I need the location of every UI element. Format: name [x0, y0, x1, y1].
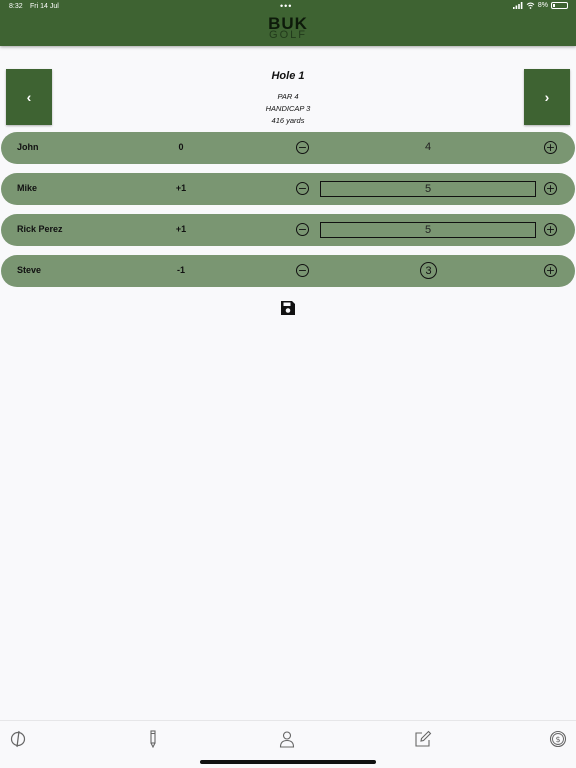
hole-par: PAR 4: [277, 92, 299, 101]
decrement-score-button[interactable]: −: [296, 141, 309, 154]
player-name: Mike: [17, 183, 38, 193]
logo-golf: GOLF: [269, 29, 307, 41]
increment-score-button[interactable]: +: [544, 141, 557, 154]
player-name: Steve: [17, 265, 42, 275]
decrement-score-button[interactable]: −: [296, 223, 309, 236]
multitask-dots-icon[interactable]: •••: [280, 1, 292, 11]
battery-icon: [551, 2, 568, 9]
hole-yards: 416 yards: [271, 116, 305, 125]
tab-bets[interactable]: $: [549, 730, 567, 748]
player-row-john: John 0 − 4 +: [1, 132, 575, 164]
home-indicator: [200, 760, 376, 764]
score-input[interactable]: [320, 222, 536, 238]
increment-score-button[interactable]: +: [544, 264, 557, 277]
tab-players[interactable]: [278, 730, 296, 748]
floppy-disk-icon: [281, 301, 295, 315]
player-score-diff: +1: [175, 183, 187, 193]
decrement-score-button[interactable]: −: [296, 182, 309, 195]
player-name: John: [17, 142, 39, 152]
hole-title: Hole 1: [271, 70, 305, 82]
player-row-rick-perez: Rick Perez +1 − +: [1, 214, 575, 246]
score-value[interactable]: 4: [321, 141, 535, 153]
increment-score-button[interactable]: +: [544, 182, 557, 195]
signal-icon: [512, 2, 523, 9]
status-time: 8:32: [9, 3, 23, 10]
dollar-coin-icon: $: [549, 730, 567, 748]
pencil-icon: [150, 730, 156, 749]
svg-text:$: $: [555, 735, 560, 744]
score-value-circled[interactable]: 3: [420, 262, 437, 279]
user-icon: [279, 731, 295, 748]
player-row-mike: Mike +1 − +: [1, 173, 575, 205]
player-score-diff: -1: [176, 265, 185, 275]
player-name: Rick Perez: [17, 224, 63, 234]
score-input[interactable]: [320, 181, 536, 197]
tab-golf[interactable]: [9, 730, 27, 748]
wifi-icon: [526, 2, 535, 9]
player-score-diff: 0: [178, 142, 184, 152]
status-indicators: 8%: [512, 2, 568, 9]
golf-tee-icon: [10, 730, 26, 748]
player-row-steve: Steve -1 − 3 +: [1, 255, 575, 287]
player-score-diff: +1: [175, 224, 187, 234]
status-date: Fri 14 Jul: [30, 3, 59, 10]
increment-score-button[interactable]: +: [544, 223, 557, 236]
decrement-score-button[interactable]: −: [296, 264, 309, 277]
app-header: 8:32 Fri 14 Jul ••• 8% BUK GOLF: [0, 0, 576, 46]
tab-scorecard[interactable]: [144, 730, 162, 749]
edit-icon: [415, 730, 432, 747]
battery-percent: 8%: [537, 2, 548, 9]
hole-handicap: HANDICAP 3: [265, 104, 311, 113]
tab-notes[interactable]: [414, 730, 432, 748]
save-button[interactable]: [280, 300, 296, 316]
